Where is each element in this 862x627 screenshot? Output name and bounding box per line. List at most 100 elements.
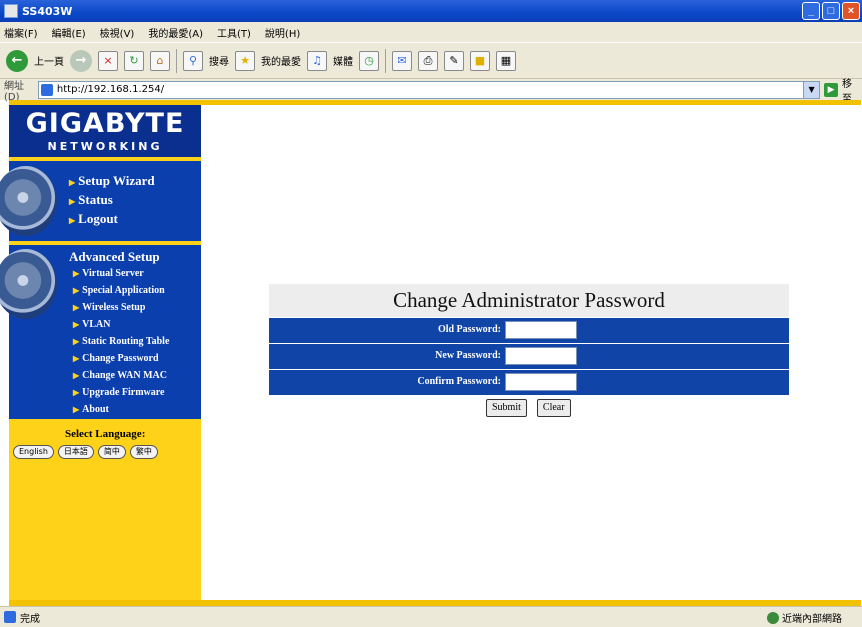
page-viewport: GIGABYTE NETWORKING ▶ Setup Wizard ▶ Statu…: [0, 100, 861, 606]
nav-label: Change Password: [82, 353, 159, 364]
media-icon[interactable]: ♫: [307, 50, 327, 71]
clear-button[interactable]: Clear: [536, 399, 571, 417]
sidebar: GIGABYTE NETWORKING ▶ Setup Wizard ▶ Statu…: [0, 105, 201, 600]
menu-bar: 檔案(F) 編輯(E) 檢視(V) 我的最愛(A) 工具(T) 說明(H): [0, 22, 862, 42]
old-password-row: Old Password:: [269, 318, 789, 343]
new-password-row: New Password:: [269, 344, 789, 369]
app-icon: [4, 4, 18, 18]
nav-about[interactable]: ▶ About: [73, 404, 109, 415]
nav-vlan[interactable]: ▶ VLAN: [73, 319, 111, 330]
nav-label: Setup Wizard: [78, 173, 155, 188]
search-button-label[interactable]: 搜尋: [209, 53, 229, 68]
arrow-right-icon: ▶: [69, 197, 76, 206]
confirm-password-label: Confirm Password:: [417, 376, 501, 387]
arrow-right-icon: ▶: [73, 303, 80, 312]
submit-button[interactable]: Submit: [486, 399, 527, 417]
arrow-right-icon: ▶: [73, 388, 80, 397]
zone-label: 近端內部網路: [782, 614, 842, 625]
messenger-icon[interactable]: ▦: [496, 50, 516, 71]
arrow-right-icon: ▶: [69, 178, 76, 187]
page-icon: [40, 83, 53, 96]
toolbar-separator: [385, 48, 386, 73]
favorites-button-label[interactable]: 我的最愛: [261, 53, 301, 68]
router-disk-image: [0, 166, 57, 236]
address-input[interactable]: http://192.168.1.254/ ▼: [37, 80, 821, 99]
home-icon[interactable]: ⌂: [150, 50, 170, 71]
window-title: SS403W: [22, 4, 73, 18]
menu-edit[interactable]: 編輯(E): [52, 25, 86, 40]
nav-label: Virtual Server: [82, 268, 144, 279]
address-dropdown-icon[interactable]: ▼: [803, 81, 820, 98]
search-icon[interactable]: ⚲: [183, 50, 203, 71]
mail-icon[interactable]: ✉: [392, 50, 412, 71]
old-password-field[interactable]: [505, 321, 577, 339]
refresh-icon[interactable]: ↻: [124, 50, 144, 71]
folder-icon[interactable]: ■: [470, 50, 490, 71]
confirm-password-row: Confirm Password:: [269, 370, 789, 395]
arrow-right-icon: ▶: [73, 354, 80, 363]
menu-file[interactable]: 檔案(F): [4, 25, 38, 40]
form-buttons: Submit Clear: [486, 399, 571, 417]
address-url[interactable]: http://192.168.1.254/: [57, 84, 164, 95]
nav-label: VLAN: [82, 319, 111, 330]
menu-tools[interactable]: 工具(T): [217, 25, 251, 40]
window-controls: _ □ ×: [802, 2, 860, 20]
arrow-right-icon: ▶: [73, 286, 80, 295]
browser-toolbar: ← 上一頁 → × ↻ ⌂ ⚲ 搜尋 ★ 我的最愛 ♫ 媒體 ◷ ✉ ⎙ ✎ ■…: [0, 42, 862, 78]
nav-upgrade-firmware[interactable]: ▶ Upgrade Firmware: [73, 387, 164, 398]
status-text: 完成: [20, 613, 40, 625]
menu-help[interactable]: 說明(H): [265, 25, 300, 40]
nav-special-application[interactable]: ▶ Special Application: [73, 285, 165, 296]
forward-arrow-icon[interactable]: →: [70, 49, 92, 72]
new-password-field[interactable]: [505, 347, 577, 365]
nav-logout[interactable]: ▶ Logout: [69, 211, 118, 227]
intranet-zone-icon: [767, 611, 779, 624]
nav-label: Special Application: [82, 285, 165, 296]
nav-static-routing-table[interactable]: ▶ Static Routing Table: [73, 336, 169, 347]
close-icon[interactable]: ×: [842, 2, 860, 20]
print-icon[interactable]: ⎙: [418, 50, 438, 71]
router-disk-image: [0, 249, 57, 319]
confirm-password-field[interactable]: [505, 373, 577, 391]
nav-label: About: [82, 404, 109, 415]
status-bar: 完成 近端內部網路: [0, 606, 862, 627]
nav-virtual-server[interactable]: ▶ Virtual Server: [73, 268, 144, 279]
back-button-label[interactable]: 上一頁: [34, 53, 64, 68]
main-content: Change Administrator Password Old Passwo…: [201, 105, 861, 600]
nav-change-password[interactable]: ▶ Change Password: [73, 353, 159, 364]
nav-setup-wizard[interactable]: ▶ Setup Wizard: [69, 173, 155, 189]
minimize-icon[interactable]: _: [802, 2, 820, 20]
lang-simplified-chinese-button[interactable]: 简中: [97, 445, 126, 459]
arrow-right-icon: ▶: [73, 337, 80, 346]
window-titlebar[interactable]: SS403W _ □ ×: [0, 0, 862, 22]
history-icon[interactable]: ◷: [359, 50, 379, 71]
nav-status[interactable]: ▶ Status: [69, 192, 113, 208]
stop-icon[interactable]: ×: [98, 50, 118, 71]
nav-wireless-setup[interactable]: ▶ Wireless Setup: [73, 302, 145, 313]
nav-label: Status: [78, 192, 113, 207]
menu-view[interactable]: 檢視(V): [100, 25, 135, 40]
nav-label: Wireless Setup: [82, 302, 146, 313]
media-button-label[interactable]: 媒體: [333, 53, 353, 68]
edit-icon[interactable]: ✎: [444, 50, 464, 71]
new-password-label: New Password:: [435, 350, 501, 361]
back-arrow-icon[interactable]: ←: [6, 49, 28, 72]
toolbar-separator: [176, 48, 177, 73]
language-buttons: English 日本語 简中 繁中: [13, 445, 158, 459]
nav-change-wan-mac[interactable]: ▶ Change WAN MAC: [73, 370, 167, 381]
lang-english-button[interactable]: English: [13, 445, 54, 459]
advanced-setup-title: Advanced Setup: [69, 249, 160, 264]
arrow-right-icon: ▶: [69, 216, 76, 225]
address-label: 網址(D): [4, 80, 24, 103]
lang-traditional-chinese-button[interactable]: 繁中: [129, 445, 158, 459]
arrow-right-icon: ▶: [73, 371, 80, 380]
favorites-star-icon[interactable]: ★: [235, 50, 255, 71]
maximize-icon[interactable]: □: [822, 2, 840, 20]
arrow-right-icon: ▶: [73, 320, 80, 329]
logo-subtitle: NETWORKING: [47, 140, 163, 153]
go-arrow-icon[interactable]: ▶: [824, 82, 839, 97]
nav-label: Logout: [78, 211, 118, 226]
lang-japanese-button[interactable]: 日本語: [57, 445, 94, 459]
menu-favorites[interactable]: 我的最愛(A): [148, 25, 203, 40]
logo-brand: GIGABYTE: [25, 108, 185, 139]
